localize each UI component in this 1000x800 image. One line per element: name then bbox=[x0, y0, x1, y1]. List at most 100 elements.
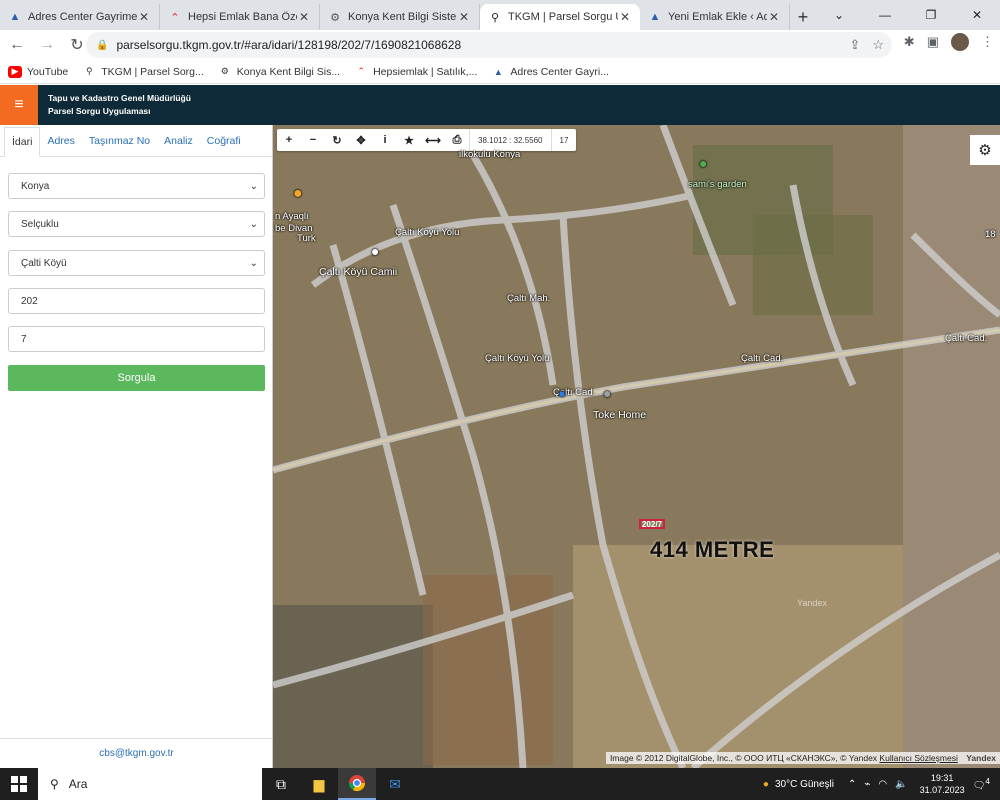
close-tab-icon[interactable]: ✕ bbox=[457, 10, 471, 24]
hepsiemlak-favicon-icon: ⌃ bbox=[170, 11, 180, 24]
measure-icon[interactable]: ⟷ bbox=[421, 129, 445, 151]
restore-icon[interactable]: ❐ bbox=[908, 0, 954, 30]
map-label: Çaltı Mah. bbox=[507, 293, 551, 304]
wifi-icon[interactable]: ◠ bbox=[878, 779, 887, 790]
clock[interactable]: 19:31 31.07.2023 bbox=[920, 772, 965, 796]
tab-tkgm[interactable]: ⚲ TKGM | Parsel Sorgu Uyg ✕ bbox=[480, 4, 640, 30]
windows-start-icon[interactable] bbox=[0, 768, 38, 800]
satellite-map[interactable]: + − ↻ ✥ i ★ ⟷ ⎙ 38.1012 : 32.5560 17 ⚙ i… bbox=[273, 125, 1000, 768]
tab-yeni-emlak[interactable]: ▲ Yeni Emlak Ekle ‹ Adres Ce ✕ bbox=[640, 4, 790, 30]
tab-tasinmaz-no[interactable]: Taşınmaz No bbox=[82, 126, 157, 156]
footer-email-link[interactable]: cbs@tkgm.gov.tr bbox=[0, 738, 273, 768]
info-icon[interactable]: i bbox=[373, 129, 397, 151]
chevron-down-icon: ⌄ bbox=[249, 218, 258, 230]
map-label: Çaltı Köyü Yolu bbox=[485, 353, 550, 364]
yandex-logo: Yandex bbox=[966, 753, 996, 763]
print-icon[interactable]: ⎙ bbox=[445, 129, 469, 151]
chevron-up-icon[interactable]: ⌃ bbox=[848, 779, 856, 790]
map-toolbar: + − ↻ ✥ i ★ ⟷ ⎙ 38.1012 : 32.5560 17 bbox=[277, 129, 577, 151]
system-tray: ● 30°C Güneşli ⌃ ⌁ ◠ 🔈 19:31 31.07.2023 … bbox=[763, 768, 1000, 800]
neighborhood-select[interactable]: Çalti Köyü ⌄ bbox=[8, 250, 265, 276]
tab-analiz[interactable]: Analiz bbox=[157, 126, 200, 156]
gear-icon[interactable]: ⚙ bbox=[970, 135, 1000, 165]
browser-tab-bar: ▲ Adres Center Gayrimenkul ✕ ⌃ Hepsi Eml… bbox=[0, 0, 1000, 30]
adres-center-favicon-icon: ▲ bbox=[9, 11, 21, 23]
bookmarks-bar: ▶ YouTube ⚲ TKGM | Parsel Sorg... ⚙ Kony… bbox=[0, 60, 1000, 84]
query-tabs: İdari Adres Taşınmaz No Analiz Coğrafi bbox=[0, 125, 272, 157]
close-tab-icon[interactable]: ✕ bbox=[297, 10, 311, 24]
hamburger-menu-icon[interactable]: ≡ bbox=[0, 85, 38, 125]
query-button[interactable]: Sorgula bbox=[8, 365, 265, 391]
tab-adres-center[interactable]: ▲ Adres Center Gayrimenkul ✕ bbox=[0, 4, 160, 30]
volume-icon[interactable]: 🔈 bbox=[895, 779, 907, 790]
map-imagery bbox=[273, 125, 1000, 768]
bookmark-youtube[interactable]: ▶ YouTube bbox=[8, 65, 68, 78]
chevron-down-icon: ⌄ bbox=[249, 180, 258, 192]
zoom-out-icon[interactable]: − bbox=[301, 129, 325, 151]
network-icon[interactable]: ⌁ bbox=[864, 779, 870, 790]
close-tab-icon[interactable]: ✕ bbox=[767, 10, 781, 24]
garden-pin-icon[interactable]: ● bbox=[699, 155, 707, 171]
search-icon: ⚲ bbox=[50, 777, 59, 791]
menu-kebab-icon[interactable]: ⋮ bbox=[981, 34, 994, 50]
chrome-icon[interactable] bbox=[338, 768, 376, 800]
map-label: sami's garden bbox=[688, 179, 747, 190]
close-tab-icon[interactable]: ✕ bbox=[137, 10, 151, 24]
bookmark-tkgm[interactable]: ⚲ TKGM | Parsel Sorg... bbox=[82, 66, 204, 78]
map-label: n Ayaqlı bbox=[275, 211, 309, 222]
tab-search-icon[interactable]: ⌄ bbox=[816, 0, 862, 30]
location-pin-icon: ⚲ bbox=[85, 66, 93, 76]
bookmark-hepsiemlak[interactable]: ⌃ Hepsiemlak | Satılık,... bbox=[354, 66, 477, 78]
block-input[interactable]: 202 bbox=[8, 288, 265, 314]
tab-konya-kent[interactable]: ⚙ Konya Kent Bilgi Sistemi ✕ bbox=[320, 4, 480, 30]
map-label: Çaltı Köyü Camii bbox=[319, 266, 398, 278]
coordinate-readout: 38.1012 : 32.5560 bbox=[469, 129, 551, 151]
bus-stop-icon[interactable]: ■ bbox=[559, 389, 565, 400]
parcel-highlight[interactable]: 202/7 bbox=[639, 519, 665, 529]
zoom-in-icon[interactable]: + bbox=[277, 129, 301, 151]
adres-center-favicon-icon: ▲ bbox=[649, 11, 661, 23]
forward-arrow-icon[interactable]: → bbox=[34, 32, 60, 58]
profile-avatar[interactable] bbox=[951, 33, 969, 51]
mail-icon[interactable]: ✉ bbox=[376, 768, 414, 800]
refresh-icon[interactable]: ↻ bbox=[325, 129, 349, 151]
bookmark-adres-center[interactable]: ▲ Adres Center Gayri... bbox=[491, 66, 609, 78]
tab-adres[interactable]: Adres bbox=[40, 126, 81, 156]
file-explorer-icon[interactable]: ▆ bbox=[300, 768, 338, 800]
konya-favicon-icon: ⚙ bbox=[330, 11, 340, 24]
app-title: Tapu ve Kadastro Genel Müdürlüğü Parsel … bbox=[48, 93, 191, 116]
address-bar[interactable]: 🔒 parselsorgu.tkgm.gov.tr/#ara/idari/128… bbox=[86, 32, 892, 58]
province-select[interactable]: Konya ⌄ bbox=[8, 173, 265, 199]
new-tab-button[interactable]: + bbox=[790, 4, 816, 30]
notifications-icon[interactable]: 🗨4 bbox=[973, 776, 990, 791]
share-icon[interactable]: ⇪ bbox=[849, 37, 860, 53]
business-pin-icon[interactable]: ● bbox=[603, 385, 611, 401]
district-select[interactable]: Selçuklu ⌄ bbox=[8, 211, 265, 237]
tab-hepsiemlak[interactable]: ⌃ Hepsi Emlak Bana Özel ✕ bbox=[160, 4, 320, 30]
location-pin-favicon-icon: ⚲ bbox=[490, 11, 500, 24]
mosque-pin-icon[interactable]: ● bbox=[371, 243, 379, 259]
back-arrow-icon[interactable]: ← bbox=[4, 32, 30, 58]
map-label: Çaltı Cad. bbox=[741, 353, 784, 364]
terms-link[interactable]: Kullanıcı Sözleşmesi bbox=[879, 753, 957, 763]
tab-idari[interactable]: İdari bbox=[4, 127, 41, 157]
close-tab-icon[interactable]: ✕ bbox=[618, 10, 632, 24]
bookmark-konya-kent[interactable]: ⚙ Konya Kent Bilgi Sis... bbox=[218, 66, 340, 78]
map-label: ilkokulu Konya bbox=[459, 149, 521, 160]
close-window-icon[interactable]: ✕ bbox=[954, 0, 1000, 30]
parcel-input[interactable]: 7 bbox=[8, 326, 265, 352]
weather-icon: ● bbox=[762, 778, 769, 790]
app-header: ≡ Tapu ve Kadastro Genel Müdürlüğü Parse… bbox=[0, 85, 1000, 125]
side-panel-icon[interactable]: ▣ bbox=[927, 34, 939, 50]
taskbar-search[interactable]: ⚲ Ara bbox=[38, 768, 262, 800]
minimize-icon[interactable]: — bbox=[862, 0, 908, 30]
bookmark-star-icon[interactable]: ☆ bbox=[872, 37, 884, 53]
weather-text[interactable]: 30°C Güneşli bbox=[775, 779, 834, 790]
restaurant-pin-icon[interactable]: ● bbox=[293, 185, 303, 203]
locate-icon[interactable]: ✥ bbox=[349, 129, 373, 151]
task-view-icon[interactable]: ⧉ bbox=[262, 768, 300, 800]
tab-cografi[interactable]: Coğrafi bbox=[200, 126, 248, 156]
extensions-icon[interactable]: ✱ bbox=[904, 34, 915, 50]
favorite-star-icon[interactable]: ★ bbox=[397, 129, 421, 151]
browser-toolbar: ← → ↻ 🔒 parselsorgu.tkgm.gov.tr/#ara/ida… bbox=[0, 30, 1000, 60]
